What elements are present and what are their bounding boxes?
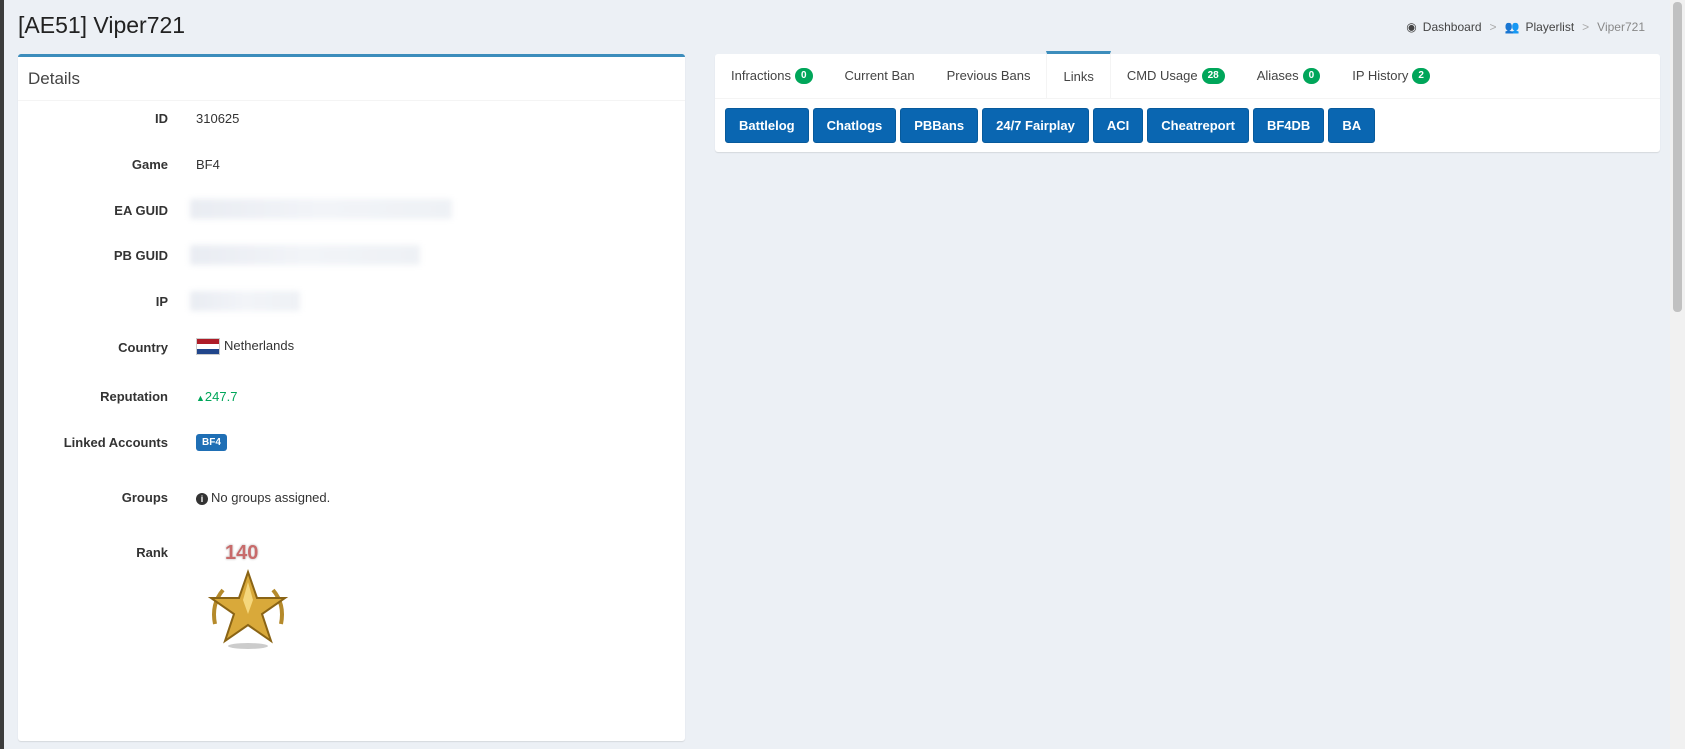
netherlands-flag-icon: [196, 338, 220, 356]
tab-current-ban[interactable]: Current Ban: [829, 54, 931, 98]
rank-number: 140: [225, 542, 259, 564]
groups-label: Groups: [121, 490, 168, 505]
battlelog-button[interactable]: Battlelog: [725, 108, 809, 143]
page-title: [AE51] Viper721: [18, 12, 186, 38]
rank-star-icon: [207, 568, 289, 649]
caret-up-icon: ▲: [196, 393, 205, 403]
pbbans-button[interactable]: PBBans: [900, 108, 979, 143]
id-label: ID: [155, 111, 168, 126]
links-panel: Infractions 0 Current Ban Previous Bans L…: [715, 51, 1660, 152]
linked-accounts-value: BF4: [196, 433, 227, 451]
info-icon: i: [196, 492, 208, 505]
tab-count-badge: 0: [1302, 68, 1321, 84]
tab-label: Previous Bans: [946, 68, 1031, 83]
tab-label: Aliases: [1256, 68, 1299, 83]
ip-value-redacted: [190, 291, 300, 311]
chatlogs-button[interactable]: Chatlogs: [812, 108, 897, 143]
groups-value: i No groups assigned.: [196, 490, 330, 505]
reputation-label: Reputation: [100, 389, 168, 404]
cheatreport-button[interactable]: Cheatreport: [1147, 108, 1249, 143]
breadcrumb-playerlist[interactable]: Playerlist: [1525, 20, 1574, 34]
bf4db-button[interactable]: BF4DB: [1252, 108, 1325, 143]
tab-ip-history[interactable]: IP History 2: [1336, 54, 1446, 98]
ea-guid-value-redacted: [190, 199, 452, 219]
tab-label: Infractions: [731, 68, 791, 83]
tab-label: CMD Usage: [1126, 68, 1198, 83]
tab-count-badge: 0: [794, 68, 813, 84]
tab-previous-bans[interactable]: Previous Bans: [931, 54, 1047, 98]
breadcrumb-separator: >: [1489, 20, 1497, 34]
id-value: 310625: [196, 111, 240, 126]
groups-text: No groups assigned.: [211, 490, 331, 505]
ea-guid-label: EA GUID: [114, 203, 168, 218]
divider: [18, 100, 685, 101]
game-label: Game: [131, 157, 168, 172]
rank-label: Rank: [136, 545, 168, 560]
country-label: Country: [118, 340, 168, 355]
ba-button[interactable]: BA: [1328, 108, 1376, 143]
game-value: BF4: [196, 157, 220, 172]
page-scrollbar[interactable]: [1670, 0, 1685, 749]
external-links: Battlelog Chatlogs PBBans 24/7 Fairplay …: [725, 108, 1376, 143]
linked-account-badge[interactable]: BF4: [196, 434, 227, 451]
breadcrumb: ◉ Dashboard > 👥 Playerlist > Viper721: [1406, 20, 1645, 34]
tab-infractions[interactable]: Infractions 0: [715, 54, 829, 98]
reputation-value: ▲247.7: [196, 389, 237, 404]
breadcrumb-separator: >: [1582, 20, 1590, 34]
tab-label: IP History: [1352, 68, 1409, 83]
breadcrumb-dashboard[interactable]: Dashboard: [1423, 20, 1482, 34]
linked-accounts-label: Linked Accounts: [63, 435, 168, 450]
fairplay-button[interactable]: 24/7 Fairplay: [982, 108, 1089, 143]
dashboard-icon: ◉: [1406, 20, 1417, 34]
tab-label: Current Ban: [844, 68, 915, 83]
aci-button[interactable]: ACI: [1092, 108, 1144, 143]
reputation-number: 247.7: [204, 389, 238, 404]
ip-label: IP: [155, 294, 168, 309]
country-name: Netherlands: [224, 338, 295, 353]
tab-cmd-usage[interactable]: CMD Usage 28: [1111, 54, 1241, 98]
tab-count-badge: 2: [1412, 68, 1430, 84]
users-icon: 👥: [1504, 20, 1520, 34]
tab-aliases[interactable]: Aliases 0: [1241, 54, 1336, 98]
tab-links[interactable]: Links: [1046, 51, 1111, 98]
window-edge: [0, 0, 4, 749]
scrollbar-thumb[interactable]: [1673, 2, 1682, 312]
country-value: Netherlands: [196, 338, 295, 356]
details-title: Details: [28, 69, 80, 88]
pb-guid-value-redacted: [190, 245, 420, 265]
details-panel: Details ID 310625 Game BF4 EA GUID PB GU…: [18, 54, 685, 741]
pb-guid-label: PB GUID: [113, 248, 168, 263]
tab-label: Links: [1063, 68, 1094, 84]
tab-bar: Infractions 0 Current Ban Previous Bans L…: [715, 51, 1660, 99]
breadcrumb-current: Viper721: [1597, 20, 1645, 34]
rank-emblem: 140: [205, 540, 295, 650]
tab-count-badge: 28: [1201, 68, 1225, 84]
